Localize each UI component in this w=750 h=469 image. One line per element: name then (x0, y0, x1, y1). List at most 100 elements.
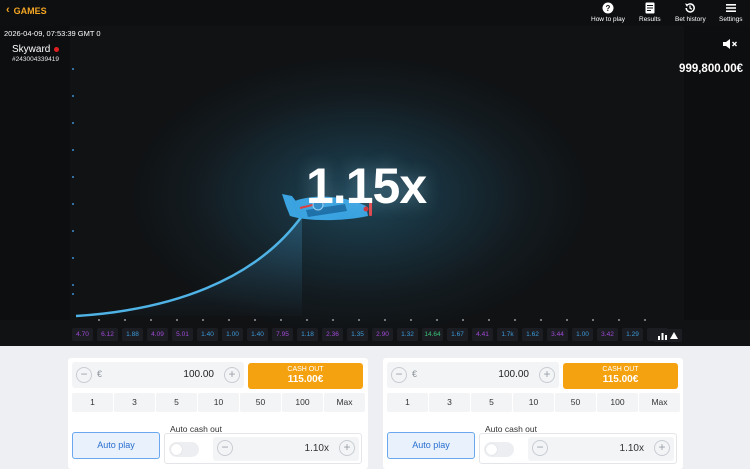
document-list-icon (645, 2, 655, 14)
cash-out-button[interactable]: CASH OUT 115.00€ (563, 363, 678, 389)
decrease-auto-cash-out-button[interactable]: − (532, 440, 548, 456)
results-label: Results (639, 16, 661, 23)
history-multiplier[interactable]: 1.00 (222, 328, 243, 341)
history-multiplier[interactable]: 1.40 (247, 328, 268, 341)
chip-5[interactable]: 5 (471, 393, 512, 412)
history-multiplier[interactable]: 1.29 (622, 328, 643, 341)
history-clock-icon (685, 3, 696, 13)
y-axis-dots (72, 68, 74, 295)
auto-cash-out-stepper: − 1.10x + (528, 437, 674, 461)
triangle-up-icon (670, 332, 678, 339)
x-axis-dots (98, 319, 646, 321)
chip-3[interactable]: 3 (114, 393, 155, 412)
stats-toggle-button[interactable] (654, 329, 682, 342)
cash-out-label: CASH OUT (602, 366, 639, 373)
history-multiplier[interactable]: 1.40 (197, 328, 218, 341)
multiplier-history: 4.70 6.12 1.88 4.09 5.01 1.40 1.00 1.40 7.95 1.18… (72, 328, 668, 342)
toggle-knob (171, 444, 182, 455)
chip-max[interactable]: Max (639, 393, 680, 412)
currency-symbol: € (412, 369, 418, 379)
history-multiplier[interactable]: 6.12 (97, 328, 118, 341)
decrease-stake-button[interactable]: − (391, 367, 407, 383)
increase-auto-cash-out-button[interactable]: + (654, 440, 670, 456)
chip-100[interactable]: 100 (282, 393, 323, 412)
chip-10[interactable]: 10 (513, 393, 554, 412)
back-to-games-button[interactable]: ‹ GAMES (6, 5, 47, 16)
hamburger-menu-icon (725, 4, 736, 12)
auto-cash-out-stepper: − 1.10x + (213, 437, 359, 461)
how-to-play-button[interactable]: ? How to play (591, 2, 625, 23)
chip-100[interactable]: 100 (597, 393, 638, 412)
history-multiplier[interactable]: 1.18 (297, 328, 318, 341)
auto-play-button[interactable]: Auto play (72, 432, 160, 459)
auto-cash-out-input[interactable]: 1.10x (305, 443, 329, 454)
game-area: 2026-04-09, 07:53:39 GMT 0 Skyward #2430… (0, 26, 750, 346)
auto-cash-out-toggle[interactable] (484, 442, 514, 457)
bet-panel-1: − € 100.00 + CASH OUT 115.00€ 1 3 5 10 5… (68, 358, 368, 469)
auto-cash-out-input[interactable]: 1.10x (620, 443, 644, 454)
top-bar: ‹ GAMES ? How to play Results Bet histor… (0, 0, 750, 26)
cash-out-label: CASH OUT (287, 366, 324, 373)
auto-cash-out-box: − 1.10x + (479, 433, 677, 464)
history-multiplier[interactable]: 4.09 (147, 328, 168, 341)
auto-cash-out-box: − 1.10x + (164, 433, 362, 464)
stake-input-row: − € 100.00 + (72, 362, 244, 388)
bet-history-button[interactable]: Bet history (675, 2, 706, 23)
cash-out-amount: 115.00€ (287, 374, 324, 385)
history-multiplier[interactable]: 2.90 (372, 328, 393, 341)
chip-50[interactable]: 50 (555, 393, 596, 412)
auto-cash-out-toggle[interactable] (169, 442, 199, 457)
chip-3[interactable]: 3 (429, 393, 470, 412)
increase-auto-cash-out-button[interactable]: + (339, 440, 355, 456)
current-multiplier: 1.15x (306, 158, 427, 214)
chip-1[interactable]: 1 (387, 393, 428, 412)
bet-controls: − € 100.00 + CASH OUT 115.00€ 1 3 5 10 5… (0, 346, 750, 469)
chevron-left-icon: ‹ (6, 4, 10, 16)
bar-chart-icon (658, 332, 667, 340)
history-multiplier[interactable]: 1.7k (497, 328, 518, 341)
svg-text:?: ? (606, 4, 611, 13)
decrease-stake-button[interactable]: − (76, 367, 92, 383)
back-label: GAMES (13, 5, 47, 16)
history-multiplier[interactable]: 1.67 (447, 328, 468, 341)
question-circle-icon: ? (602, 2, 614, 14)
bet-history-label: Bet history (675, 16, 706, 23)
toggle-knob (486, 444, 497, 455)
bet-panel-2: − € 100.00 + CASH OUT 115.00€ 1 3 5 10 5… (383, 358, 683, 469)
auto-play-button[interactable]: Auto play (387, 432, 475, 459)
chip-max[interactable]: Max (324, 393, 365, 412)
history-multiplier[interactable]: 1.88 (122, 328, 143, 341)
stake-input[interactable]: 100.00 (498, 369, 529, 380)
decrease-auto-cash-out-button[interactable]: − (217, 440, 233, 456)
history-multiplier[interactable]: 1.35 (347, 328, 368, 341)
results-button[interactable]: Results (639, 2, 661, 23)
history-multiplier[interactable]: 3.42 (597, 328, 618, 341)
chip-10[interactable]: 10 (198, 393, 239, 412)
cash-out-button[interactable]: CASH OUT 115.00€ (248, 363, 363, 389)
history-multiplier[interactable]: 4.41 (472, 328, 493, 341)
stake-chips: 1 3 5 10 50 100 Max (387, 393, 680, 412)
chip-5[interactable]: 5 (156, 393, 197, 412)
stake-input-row: − € 100.00 + (387, 362, 559, 388)
increase-stake-button[interactable]: + (539, 367, 555, 383)
history-multiplier[interactable]: 1.62 (522, 328, 543, 341)
history-multiplier[interactable]: 2.36 (322, 328, 343, 341)
history-multiplier[interactable]: 14.64 (422, 328, 443, 341)
stake-chips: 1 3 5 10 50 100 Max (72, 393, 365, 412)
chip-50[interactable]: 50 (240, 393, 281, 412)
history-multiplier[interactable]: 1.00 (572, 328, 593, 341)
increase-stake-button[interactable]: + (224, 367, 240, 383)
settings-button[interactable]: Settings (719, 2, 743, 23)
stake-input[interactable]: 100.00 (183, 369, 214, 380)
cash-out-amount: 115.00€ (602, 374, 639, 385)
history-multiplier[interactable]: 5.01 (172, 328, 193, 341)
settings-label: Settings (719, 16, 743, 23)
how-to-play-label: How to play (591, 16, 625, 23)
history-multiplier[interactable]: 3.44 (547, 328, 568, 341)
curve-fill (76, 216, 302, 316)
chip-1[interactable]: 1 (72, 393, 113, 412)
history-multiplier[interactable]: 4.70 (72, 328, 93, 341)
currency-symbol: € (97, 369, 103, 379)
history-multiplier[interactable]: 1.32 (397, 328, 418, 341)
history-multiplier[interactable]: 7.95 (272, 328, 293, 341)
